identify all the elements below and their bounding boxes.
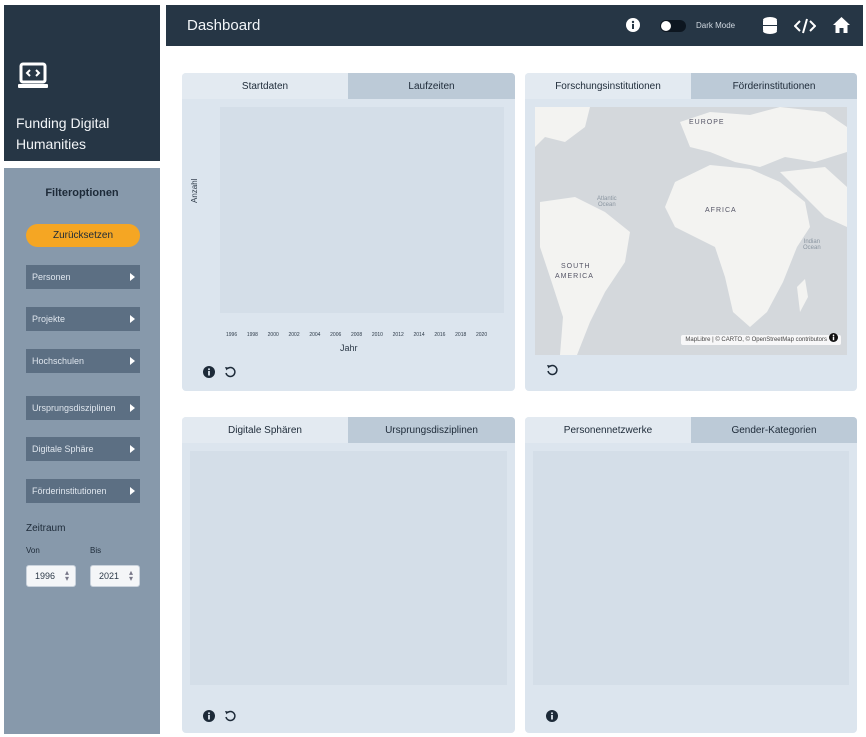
tab-startdaten[interactable]: Startdaten [182, 73, 348, 99]
map-label-america: AMERICA [555, 273, 594, 280]
caret-right-icon [130, 404, 135, 412]
chart-x-tick: 2006 [330, 332, 342, 338]
info-icon[interactable] [546, 710, 558, 722]
von-year-input[interactable]: 1996 ▴ ▾ [26, 565, 76, 587]
chart-x-tick: 2004 [309, 332, 321, 338]
von-year-value: 1996 [35, 571, 56, 581]
map-label-south: SOUTH [561, 263, 591, 270]
chart-x-tick: 2010 [371, 332, 383, 338]
filter-item-ursprungsdisziplinen[interactable]: Ursprungsdisziplinen [26, 396, 140, 420]
caret-right-icon [130, 273, 135, 281]
chart-x-tick: 2020 [476, 332, 488, 338]
networks-content [533, 451, 849, 685]
app-title-line1: Funding Digital [16, 115, 110, 131]
tab-forschungsinstitutionen[interactable]: Forschungsinstitutionen [525, 73, 691, 99]
dark-mode-label: Dark Mode [696, 21, 736, 30]
chart-x-tick: 2000 [267, 332, 279, 338]
chart-y-axis-label: Anzahl [190, 178, 199, 203]
info-icon[interactable] [203, 710, 215, 722]
filter-item-label: Ursprungsdisziplinen [32, 403, 116, 413]
filter-item-label: Digitale Sphäre [32, 444, 94, 454]
filter-item-personen[interactable]: Personen [26, 265, 140, 289]
spheres-panel: Digitale Sphären Ursprungsdisziplinen [182, 417, 515, 733]
chart-plot-area [220, 107, 504, 313]
caret-right-icon [130, 487, 135, 495]
tab-gender-kategorien[interactable]: Gender-Kategorien [691, 417, 857, 443]
map-attribution[interactable]: MapLibre | © CARTO, © OpenStreetMap cont… [681, 335, 841, 345]
bis-year-input[interactable]: 2021 ▴ ▾ [90, 565, 140, 587]
toggle-knob [661, 21, 671, 31]
map-label-africa: AFRICA [705, 207, 737, 214]
top-bar: Dashboard Dark Mode [166, 5, 863, 46]
filter-item-digitale-sphaere[interactable]: Digitale Sphäre [26, 437, 140, 461]
reset-view-icon[interactable] [224, 710, 236, 722]
filter-item-foerderinstitutionen[interactable]: Förderinstitutionen [26, 479, 140, 503]
reset-view-icon[interactable] [546, 364, 558, 376]
dark-mode-toggle[interactable] [660, 20, 686, 32]
caret-right-icon [130, 357, 135, 365]
app-title-line2: Humanities [16, 136, 87, 152]
reset-button[interactable]: Zurücksetzen [26, 224, 140, 247]
filter-item-label: Hochschulen [32, 356, 85, 366]
filters-title: Filteroptionen [45, 187, 119, 199]
caret-right-icon [130, 445, 135, 453]
map-label-europe: EUROPE [689, 119, 725, 126]
filter-sidebar: Filteroptionen Zurücksetzen Personen Pro… [4, 168, 160, 734]
laptop-code-icon [18, 62, 48, 88]
timeline-panel: Startdaten Laufzeiten Anzahl 1996 1998 200… [182, 73, 515, 391]
chart-x-tick: 2018 [455, 332, 467, 338]
brand-panel: Funding Digital Humanities [4, 5, 160, 161]
networks-panel: Personennetzwerke Gender-Kategorien [525, 417, 857, 733]
bis-label: Bis [90, 546, 102, 555]
chart-x-tick: 2012 [392, 332, 404, 338]
map-label-indian: Indian Ocean [803, 239, 821, 251]
tab-laufzeiten[interactable]: Laufzeiten [348, 73, 515, 99]
spinner-icon: ▴ ▾ [128, 568, 133, 583]
chart-x-tick: 2016 [434, 332, 446, 338]
map-view[interactable]: EUROPE AFRICA SOUTH AMERICA Atlantic Oce… [535, 107, 847, 355]
map-landmass [535, 107, 847, 355]
database-icon[interactable] [763, 17, 777, 34]
filter-item-label: Förderinstitutionen [32, 486, 107, 496]
code-icon[interactable] [794, 18, 816, 34]
filter-item-label: Personen [32, 272, 71, 282]
chart-x-tick: 2014 [413, 332, 425, 338]
filter-item-hochschulen[interactable]: Hochschulen [26, 349, 140, 373]
zeitraum-label: Zeitraum [26, 523, 66, 534]
chart-x-tick: 1996 [226, 332, 238, 338]
map-panel: Forschungsinstitutionen Förderinstitutio… [525, 73, 857, 391]
filter-item-label: Projekte [32, 314, 66, 324]
chart-x-tick: 2008 [351, 332, 363, 338]
tab-digitale-sphaeren[interactable]: Digitale Sphären [182, 417, 348, 443]
filter-item-projekte[interactable]: Projekte [26, 307, 140, 331]
chart-x-tick: 2002 [288, 332, 300, 338]
info-icon[interactable] [626, 18, 640, 32]
map-attribution-text: MapLibre | © CARTO, © OpenStreetMap cont… [685, 337, 827, 343]
spheres-content [190, 451, 507, 685]
page-title: Dashboard [187, 17, 261, 34]
attribution-info-icon[interactable] [829, 333, 838, 342]
spinner-icon: ▴ ▾ [64, 568, 69, 583]
von-label: Von [26, 546, 40, 555]
home-icon[interactable] [833, 17, 850, 33]
chart-x-axis-label: Jahr [340, 343, 358, 353]
app-title: Funding Digital Humanities [16, 113, 156, 155]
info-icon[interactable] [203, 366, 215, 378]
reset-view-icon[interactable] [224, 366, 236, 378]
map-label-atlantic: Atlantic Ocean [597, 196, 617, 208]
bis-year-value: 2021 [99, 571, 120, 581]
tab-ursprungsdisziplinen[interactable]: Ursprungsdisziplinen [348, 417, 515, 443]
map-label-atlantic-2: Ocean [598, 202, 616, 208]
chart-x-tick: 1998 [246, 332, 258, 338]
map-label-indian-2: Ocean [803, 245, 821, 251]
tab-foerderinstitutionen[interactable]: Förderinstitutionen [691, 73, 857, 99]
tab-personennetzwerke[interactable]: Personennetzwerke [525, 417, 691, 443]
caret-right-icon [130, 315, 135, 323]
